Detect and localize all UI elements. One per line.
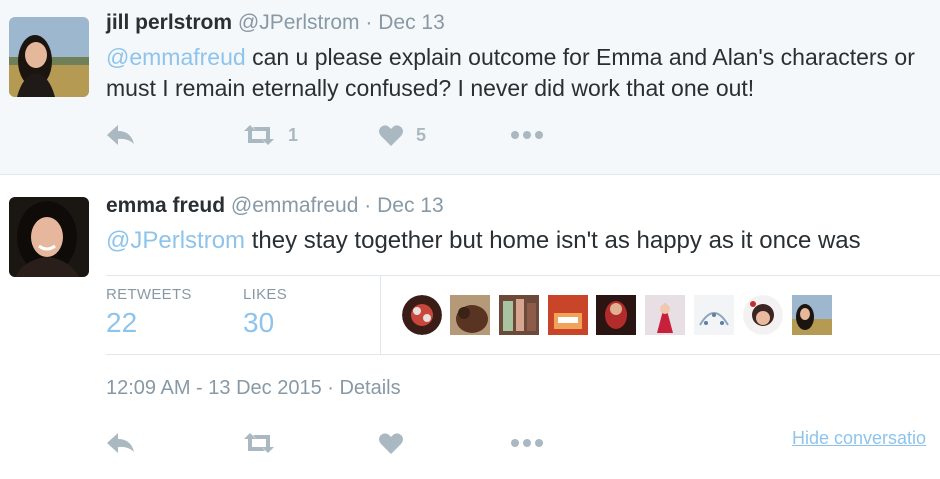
tweet-stats: RETWEETS 22 LIKES 30 [106, 275, 940, 355]
more-button[interactable] [510, 428, 544, 458]
liker-avatar[interactable] [450, 295, 490, 335]
reply-button[interactable] [106, 120, 136, 150]
hide-conversation-link[interactable]: Hide conversatio [792, 428, 926, 449]
liker-avatar[interactable] [499, 295, 539, 335]
retweets-value: 22 [106, 307, 138, 338]
reply-button[interactable] [106, 428, 136, 458]
author-handle[interactable]: @JPerlstrom [238, 11, 360, 34]
retweet-button[interactable]: 1 [242, 120, 298, 150]
author-name[interactable]: jill perlstrom [106, 11, 232, 34]
retweet-icon [244, 125, 274, 145]
likes-label: LIKES [243, 286, 288, 303]
separator-dot: · [364, 194, 372, 217]
reply-icon [107, 125, 134, 145]
liker-avatar[interactable] [548, 295, 588, 335]
mention-link[interactable]: @JPerlstrom [106, 227, 245, 254]
stats-divider [380, 276, 381, 354]
tweet-date[interactable]: Dec 13 [377, 194, 444, 217]
mention-link[interactable]: @emmafreud [106, 44, 246, 70]
tweet-emma-freud[interactable]: emma freud @emmafreud · Dec 13 @JPerlstr… [0, 175, 940, 479]
like-button[interactable] [378, 428, 404, 458]
liker-avatar[interactable] [694, 295, 734, 335]
retweet-count: 1 [288, 124, 299, 145]
more-button[interactable] [510, 120, 544, 150]
retweets-stat[interactable]: RETWEETS 22 [106, 286, 192, 339]
tweet-header: jill perlstrom @JPerlstrom · Dec 13 [106, 11, 445, 35]
author-handle[interactable]: @emmafreud [231, 194, 359, 217]
tweet-text-line-2: must I remain eternally confused? I neve… [106, 75, 755, 101]
more-dots-icon [511, 131, 543, 139]
like-count: 5 [416, 124, 427, 145]
retweet-icon [244, 433, 274, 453]
tweet-text-body: can u please explain outcome for Emma an… [245, 44, 915, 70]
liker-avatar[interactable] [402, 295, 442, 335]
likes-stat[interactable]: LIKES 30 [243, 286, 287, 339]
liker-avatar[interactable] [792, 295, 832, 335]
avatar-emma[interactable] [9, 197, 89, 277]
heart-icon [379, 124, 403, 146]
retweets-label: RETWEETS [106, 286, 192, 303]
liker-avatar[interactable] [645, 295, 685, 335]
tweet-text-body: they stay together but home isn't as hap… [245, 227, 861, 254]
separator-dot: · [365, 11, 373, 34]
tweet-text: @emmafreud can u please explain outcome … [106, 42, 915, 104]
tweet-header: emma freud @emmafreud · Dec 13 [106, 194, 444, 218]
heart-icon [379, 432, 403, 454]
tweet-text: @JPerlstrom they stay together but home … [106, 225, 861, 256]
tweet-date[interactable]: Dec 13 [378, 11, 445, 34]
liker-avatar[interactable] [596, 295, 636, 335]
liker-avatar[interactable] [743, 295, 783, 335]
tweet-jill-perlstrom[interactable]: jill perlstrom @JPerlstrom · Dec 13 @emm… [0, 0, 940, 175]
tweet-text-line-1: @emmafreud can u please explain outcome … [106, 42, 915, 73]
tweet-timestamp[interactable]: 12:09 AM - 13 Dec 2015 · Details [106, 377, 401, 400]
likes-value: 30 [243, 307, 275, 338]
retweet-button[interactable] [242, 428, 276, 458]
author-name[interactable]: emma freud [106, 194, 225, 217]
reply-icon [107, 433, 134, 453]
more-dots-icon [511, 439, 543, 447]
like-button[interactable]: 5 [378, 120, 426, 150]
avatar-jill[interactable] [9, 17, 89, 97]
